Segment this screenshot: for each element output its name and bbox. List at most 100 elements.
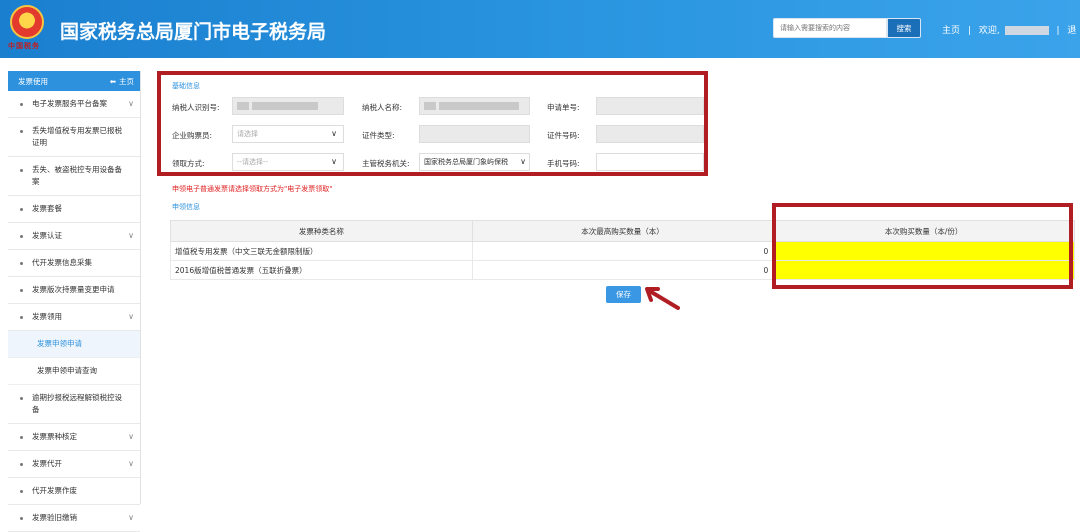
bullet-icon — [20, 316, 23, 319]
search-input[interactable] — [773, 18, 887, 38]
tax-authority-select[interactable]: 国家税务总局厦门象屿保税 ∨ — [419, 153, 530, 171]
apply-info-title: 申领信息 — [172, 203, 200, 211]
home-link[interactable]: 主页 — [942, 23, 960, 36]
sidebar-item-label: 发票验旧缴销 — [32, 513, 77, 522]
phone-input[interactable] — [596, 153, 704, 171]
cert-type-label: 证件类型: — [362, 131, 395, 140]
sidebar-item-label: 发票认证 — [32, 231, 62, 240]
bullet-icon — [20, 397, 23, 400]
tax-authority-value: 国家税务总局厦门象屿保税 — [424, 158, 508, 166]
site-title: 国家税务总局厦门市电子税务局 — [60, 21, 327, 43]
pickup-select[interactable]: --请选择-- ∨ — [232, 153, 344, 171]
cert-no-field — [596, 125, 704, 143]
sidebar: 发票使用 ⬅ 主页 电子发票服务平台备案 ∨ 丢失增值税专用发票已报税证明 丢失、… — [8, 71, 141, 532]
back-arrow-icon: ⬅ — [109, 76, 116, 86]
nav-separator: | — [1056, 26, 1060, 36]
invoice-type-name: 2016版增值税普通发票（五联折叠票） — [170, 260, 473, 280]
sidebar-item-label: 发票套餐 — [32, 204, 62, 213]
tax-emblem-icon — [10, 5, 44, 39]
redacted-value — [252, 102, 318, 110]
sidebar-item-proxy-issue[interactable]: 发票代开 ∨ — [8, 451, 140, 478]
sidebar-item-invoice-package[interactable]: 发票套餐 — [8, 196, 140, 223]
col-header-name: 发票种类名称 — [170, 220, 473, 242]
bullet-icon — [20, 436, 23, 439]
chevron-down-icon: ∨ — [331, 157, 337, 166]
buyer-label: 企业购票员: — [172, 131, 213, 140]
sidebar-item-label: 逾期抄报税远程解锁税控设备 — [32, 393, 122, 414]
quantity-highlight — [772, 203, 1073, 289]
sidebar-item-label: 发票版次持票量变更申请 — [32, 285, 115, 294]
sidebar-title: 发票使用 — [18, 76, 48, 86]
sidebar-item-proxy-info[interactable]: 代开发票信息采集 — [8, 250, 140, 277]
taxpayer-name-field — [419, 97, 530, 115]
sidebar-item-label: 发票领用 — [32, 312, 62, 321]
chevron-down-icon: ∨ — [128, 231, 134, 240]
pickup-label: 领取方式: — [172, 159, 205, 168]
sidebar-subitem-apply[interactable]: 发票申领申请 — [8, 331, 140, 358]
save-button[interactable]: 保存 — [606, 286, 641, 303]
search-button[interactable]: 搜索 — [887, 18, 921, 38]
cert-type-field — [419, 125, 530, 143]
sidebar-item-verify-cancel[interactable]: 发票验旧缴销 ∨ — [8, 505, 140, 532]
application-no-field — [596, 97, 704, 115]
top-header: 中国税务 国家税务总局厦门市电子税务局 搜索 主页 | 欢迎, | 退 — [0, 0, 1080, 58]
bullet-icon — [20, 103, 23, 106]
pickup-placeholder: --请选择-- — [237, 158, 269, 166]
tax-authority-label: 主管税务机关: — [362, 159, 410, 168]
sidebar-item-label: 发票代开 — [32, 459, 62, 468]
top-nav: 主页 | 欢迎, | 退 — [942, 23, 1076, 36]
sidebar-item-label: 丢失增值税专用发票已报税证明 — [32, 126, 122, 147]
sidebar-item-label: 发票票种核定 — [32, 432, 77, 441]
sidebar-item-label: 代开发票信息采集 — [32, 258, 92, 267]
max-quantity: 0 — [471, 260, 774, 280]
sidebar-item-e-invoice-filing[interactable]: 电子发票服务平台备案 ∨ — [8, 91, 140, 118]
sidebar-item-invoice-collect[interactable]: 发票领用 ∨ — [8, 304, 140, 331]
bullet-icon — [20, 289, 23, 292]
sidebar-home-link[interactable]: ⬅ 主页 — [110, 76, 134, 87]
taxpayer-id-field — [232, 97, 344, 115]
pickup-notice: 申领电子普通发票请选择领取方式为"电子发票领取" — [172, 185, 333, 193]
bullet-icon — [20, 208, 23, 211]
welcome-text: 欢迎, — [978, 26, 1000, 36]
buyer-placeholder: 请选择 — [237, 130, 258, 138]
sidebar-header: 发票使用 ⬅ 主页 — [8, 71, 140, 91]
bullet-icon — [20, 169, 23, 172]
logout-link[interactable]: 退 — [1067, 23, 1076, 36]
chevron-up-icon: ∨ — [128, 312, 134, 321]
bullet-icon — [20, 262, 23, 265]
chevron-down-icon: ∨ — [128, 513, 134, 522]
application-no-label: 申请单号: — [547, 103, 580, 112]
max-quantity: 0 — [471, 241, 774, 261]
basic-info-title: 基础信息 — [172, 82, 200, 90]
pointer-arrow-icon — [645, 287, 680, 310]
sidebar-item-remote-unlock[interactable]: 逾期抄报税远程解锁税控设备 — [8, 385, 140, 424]
sidebar-item-label: 代开发票作废 — [32, 486, 77, 495]
nav-separator: | — [967, 26, 971, 36]
invoice-type-name: 增值税专用发票（中文三联无金额限制版） — [170, 241, 473, 261]
sidebar-item-version-change[interactable]: 发票版次持票量变更申请 — [8, 277, 140, 304]
sidebar-item-invoice-auth[interactable]: 发票认证 ∨ — [8, 223, 140, 250]
sidebar-item-proxy-void[interactable]: 代开发票作废 — [8, 478, 140, 505]
sidebar-item-lost-vat-proof[interactable]: 丢失增值税专用发票已报税证明 — [8, 118, 140, 157]
redacted-value — [424, 102, 436, 110]
chevron-down-icon: ∨ — [128, 432, 134, 441]
chevron-down-icon: ∨ — [128, 459, 134, 468]
sidebar-item-lost-device[interactable]: 丢失、被盗税控专用设备备案 — [8, 157, 140, 196]
cert-no-label: 证件号码: — [547, 131, 580, 140]
redacted-username — [1004, 26, 1049, 35]
chevron-down-icon: ∨ — [520, 157, 526, 166]
col-header-max: 本次最高购买数量（本） — [471, 220, 774, 242]
chevron-down-icon: ∨ — [331, 129, 337, 138]
phone-label: 手机号码: — [547, 159, 580, 168]
redacted-value — [237, 102, 249, 110]
sidebar-item-label: 丢失、被盗税控专用设备备案 — [32, 165, 122, 186]
sidebar-item-label: 电子发票服务平台备案 — [32, 99, 107, 108]
sidebar-home-label: 主页 — [119, 76, 134, 86]
bullet-icon — [20, 490, 23, 493]
redacted-value — [439, 102, 519, 110]
sidebar-item-type-approval[interactable]: 发票票种核定 ∨ — [8, 424, 140, 451]
bullet-icon — [20, 235, 23, 238]
emblem-caption: 中国税务 — [8, 41, 40, 50]
sidebar-subitem-apply-query[interactable]: 发票申领申请查询 — [8, 358, 140, 385]
buyer-select[interactable]: 请选择 ∨ — [232, 125, 344, 143]
